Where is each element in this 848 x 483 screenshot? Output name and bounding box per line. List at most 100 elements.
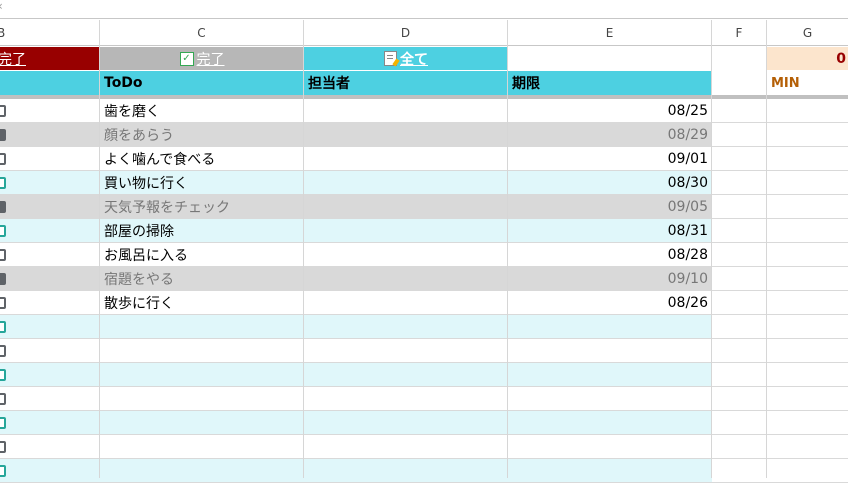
filter-complete-button[interactable]: ✓ 完了	[100, 47, 304, 70]
row-checkbox[interactable]	[0, 129, 6, 141]
todo-cell[interactable]: 散歩に行く	[100, 291, 304, 314]
row-checkbox[interactable]	[0, 177, 6, 189]
column-header-f[interactable]: F	[712, 20, 767, 46]
todo-cell[interactable]: 歯を磨く	[100, 99, 304, 122]
todo-cell[interactable]: 部屋の掃除	[100, 219, 304, 242]
assignee-cell[interactable]	[304, 99, 508, 122]
row-checkbox[interactable]	[0, 369, 6, 381]
row-checkbox[interactable]	[0, 441, 6, 453]
checkbox-cell[interactable]	[0, 339, 100, 362]
checkbox-cell[interactable]	[0, 291, 100, 314]
checkbox-cell[interactable]	[0, 123, 100, 146]
assignee-cell[interactable]	[304, 267, 508, 290]
due-cell[interactable]: 08/26	[508, 291, 712, 314]
assignee-cell[interactable]	[304, 147, 508, 170]
row-checkbox[interactable]	[0, 105, 6, 117]
row-checkbox[interactable]	[0, 393, 6, 405]
due-cell[interactable]: 08/30	[508, 171, 712, 194]
due-cell[interactable]: 09/01	[508, 147, 712, 170]
column-header-c[interactable]: C	[100, 20, 304, 46]
row-checkbox[interactable]	[0, 273, 6, 285]
assignee-cell[interactable]	[304, 195, 508, 218]
column-header-d[interactable]: D	[304, 20, 508, 46]
due-cell[interactable]: 08/29	[508, 123, 712, 146]
due-cell[interactable]	[508, 459, 712, 482]
row-checkbox[interactable]	[0, 249, 6, 261]
todo-cell[interactable]	[100, 411, 304, 434]
checkbox-cell[interactable]	[0, 219, 100, 242]
header-cell-todo[interactable]: ToDo	[100, 71, 304, 95]
todo-cell[interactable]	[100, 315, 304, 338]
todo-text: お風呂に入る	[104, 247, 188, 264]
row-checkbox[interactable]	[0, 465, 6, 477]
todo-cell[interactable]	[100, 387, 304, 410]
filter-all-button[interactable]: 全て	[304, 47, 508, 70]
todo-cell[interactable]: 買い物に行く	[100, 171, 304, 194]
row-checkbox[interactable]	[0, 297, 6, 309]
filter-incomplete-button[interactable]: 完了	[0, 47, 100, 70]
assignee-cell[interactable]	[304, 363, 508, 386]
min-label-cell[interactable]: MIN	[767, 71, 848, 95]
row-checkbox[interactable]	[0, 201, 6, 213]
row-checkbox[interactable]	[0, 225, 6, 237]
chevron-left-icon[interactable]: ‹	[0, 0, 3, 13]
assignee-cell[interactable]	[304, 387, 508, 410]
counter-value: 0	[836, 50, 846, 67]
assignee-cell[interactable]	[304, 243, 508, 266]
checkbox-cell[interactable]	[0, 411, 100, 434]
due-cell[interactable]	[508, 363, 712, 386]
checkbox-cell[interactable]	[0, 267, 100, 290]
assignee-cell[interactable]	[304, 459, 508, 482]
assignee-cell[interactable]	[304, 435, 508, 458]
row-checkbox[interactable]	[0, 153, 6, 165]
todo-cell[interactable]: よく噛んで食べる	[100, 147, 304, 170]
row-checkbox[interactable]	[0, 345, 6, 357]
due-cell[interactable]	[508, 411, 712, 434]
todo-cell[interactable]	[100, 363, 304, 386]
assignee-cell[interactable]	[304, 339, 508, 362]
due-cell[interactable]: 08/25	[508, 99, 712, 122]
due-cell[interactable]: 09/10	[508, 267, 712, 290]
column-header-e[interactable]: E	[508, 20, 712, 46]
todo-cell[interactable]: お風呂に入る	[100, 243, 304, 266]
checkbox-cell[interactable]	[0, 363, 100, 386]
checkbox-cell[interactable]	[0, 147, 100, 170]
column-header-b[interactable]: B	[0, 20, 100, 46]
due-cell[interactable]	[508, 315, 712, 338]
todo-cell[interactable]: 宿題をやる	[100, 267, 304, 290]
todo-cell[interactable]	[100, 339, 304, 362]
checkbox-cell[interactable]	[0, 195, 100, 218]
header-cell-assignee[interactable]: 担当者	[304, 71, 508, 95]
row-checkbox[interactable]	[0, 417, 6, 429]
due-cell[interactable]: 08/31	[508, 219, 712, 242]
header-cell-due[interactable]: 期限	[508, 71, 712, 95]
checkbox-cell[interactable]	[0, 171, 100, 194]
assignee-cell[interactable]	[304, 219, 508, 242]
checkbox-cell[interactable]	[0, 435, 100, 458]
todo-cell[interactable]	[100, 435, 304, 458]
assignee-cell[interactable]	[304, 123, 508, 146]
column-header-g[interactable]: G	[767, 20, 848, 46]
assignee-cell[interactable]	[304, 411, 508, 434]
counter-cell[interactable]: 0	[767, 47, 848, 70]
due-cell[interactable]: 08/28	[508, 243, 712, 266]
checkbox-cell[interactable]	[0, 459, 100, 482]
due-cell[interactable]	[508, 339, 712, 362]
header-cell-check[interactable]	[0, 71, 100, 95]
checkbox-cell[interactable]	[0, 315, 100, 338]
header-due: 期限	[512, 76, 540, 92]
assignee-cell[interactable]	[304, 315, 508, 338]
todo-cell[interactable]: 顔をあらう	[100, 123, 304, 146]
due-cell[interactable]: 09/05	[508, 195, 712, 218]
checkbox-cell[interactable]	[0, 243, 100, 266]
due-cell[interactable]	[508, 435, 712, 458]
due-text: 08/31	[667, 222, 708, 239]
todo-cell[interactable]: 天気予報をチェック	[100, 195, 304, 218]
checkbox-cell[interactable]	[0, 387, 100, 410]
assignee-cell[interactable]	[304, 291, 508, 314]
checkbox-cell[interactable]	[0, 99, 100, 122]
due-cell[interactable]	[508, 387, 712, 410]
row-checkbox[interactable]	[0, 321, 6, 333]
todo-cell[interactable]	[100, 459, 304, 482]
assignee-cell[interactable]	[304, 171, 508, 194]
